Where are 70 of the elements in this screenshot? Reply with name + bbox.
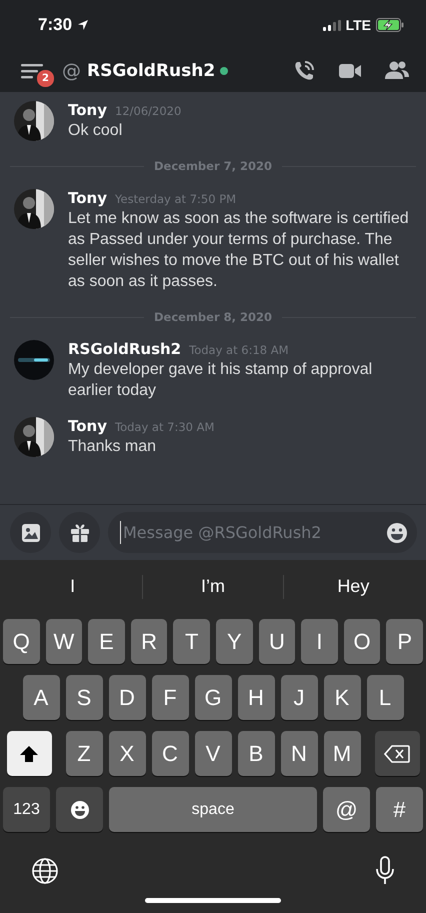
message-input-field[interactable]: Message @RSGoldRush2: [108, 512, 417, 553]
message-text: Thanks man: [68, 437, 158, 457]
at-sign: @: [62, 60, 81, 82]
date-divider: December 8, 2020: [154, 310, 272, 324]
letter-key[interactable]: L: [366, 675, 404, 720]
letter-key[interactable]: P: [386, 619, 423, 664]
numbers-key[interactable]: 123: [3, 787, 50, 832]
letter-key[interactable]: T: [173, 619, 210, 664]
letter-key[interactable]: O: [344, 619, 380, 664]
suggestion[interactable]: I: [3, 576, 142, 597]
letter-key[interactable]: H: [238, 675, 274, 720]
letter-key[interactable]: W: [46, 619, 82, 664]
backspace-icon: [384, 744, 410, 762]
letter-key[interactable]: E: [88, 619, 125, 664]
menu-icon[interactable]: [21, 63, 43, 79]
location-arrow-icon: [77, 19, 90, 31]
letter-key[interactable]: F: [152, 675, 188, 720]
timestamp: Today at 7:30 AM: [115, 420, 214, 434]
image-button[interactable]: [10, 512, 51, 553]
letter-key[interactable]: U: [258, 619, 296, 664]
emoji-icon[interactable]: [386, 522, 408, 544]
author-name[interactable]: Tony: [68, 101, 108, 119]
microphone-icon[interactable]: [375, 856, 395, 886]
gift-icon: [70, 522, 90, 542]
emoji-key[interactable]: [56, 787, 103, 832]
shift-arrow-icon: [19, 744, 39, 764]
timestamp: Yesterday at 7:50 PM: [115, 192, 236, 206]
space-key[interactable]: space: [109, 787, 317, 832]
letter-key[interactable]: I: [301, 619, 338, 664]
letter-key[interactable]: A: [22, 675, 60, 720]
letter-key[interactable]: N: [280, 731, 318, 776]
letter-key[interactable]: Q: [3, 619, 40, 664]
letter-key[interactable]: B: [238, 731, 274, 776]
letter-key[interactable]: R: [130, 619, 168, 664]
letter-key[interactable]: M: [324, 731, 360, 776]
letter-key[interactable]: D: [108, 675, 146, 720]
letter-key[interactable]: V: [194, 731, 232, 776]
signal-icon: [322, 20, 341, 30]
network-label: LTE: [346, 17, 371, 33]
shift-key[interactable]: [6, 731, 52, 776]
smiley-icon: [70, 800, 90, 820]
letter-key[interactable]: C: [152, 731, 188, 776]
author-name[interactable]: Tony: [68, 189, 108, 207]
image-icon: [20, 522, 40, 542]
letter-key[interactable]: X: [108, 731, 146, 776]
timestamp: Today at 6:18 AM: [189, 343, 289, 357]
letter-key[interactable]: Z: [66, 731, 102, 776]
gift-button[interactable]: [59, 512, 100, 553]
channel-title: RSGoldRush2: [87, 61, 216, 81]
author-name[interactable]: RSGoldRush2: [68, 340, 182, 358]
letter-key[interactable]: Y: [216, 619, 253, 664]
message-text: My developer gave it his stamp of approval earlier today: [68, 360, 374, 401]
suggestion[interactable]: I’m: [143, 576, 283, 597]
battery-charging-icon: [376, 18, 404, 32]
author-name[interactable]: Tony: [68, 417, 108, 435]
letter-key[interactable]: S: [66, 675, 102, 720]
symbol-key[interactable]: @: [323, 787, 370, 832]
message-text: Let me know as soon as the software is certified as Passed under your terms of purchase. The seller wishes to move the BTC out of his wallet as soon as it passes.: [68, 209, 410, 292]
letter-key[interactable]: G: [194, 675, 232, 720]
letter-key[interactable]: J: [280, 675, 318, 720]
unread-badge: 2: [36, 69, 55, 88]
date-divider: December 7, 2020: [154, 159, 272, 173]
message-text: Ok cool: [68, 121, 124, 141]
timestamp: 12/06/2020: [115, 104, 182, 118]
clock-time: 7:30: [38, 15, 72, 35]
letter-key[interactable]: K: [324, 675, 360, 720]
suggestion[interactable]: Hey: [284, 576, 423, 597]
symbol-key[interactable]: #: [376, 787, 423, 832]
globe-icon[interactable]: [31, 857, 59, 885]
backspace-key[interactable]: [374, 731, 420, 776]
